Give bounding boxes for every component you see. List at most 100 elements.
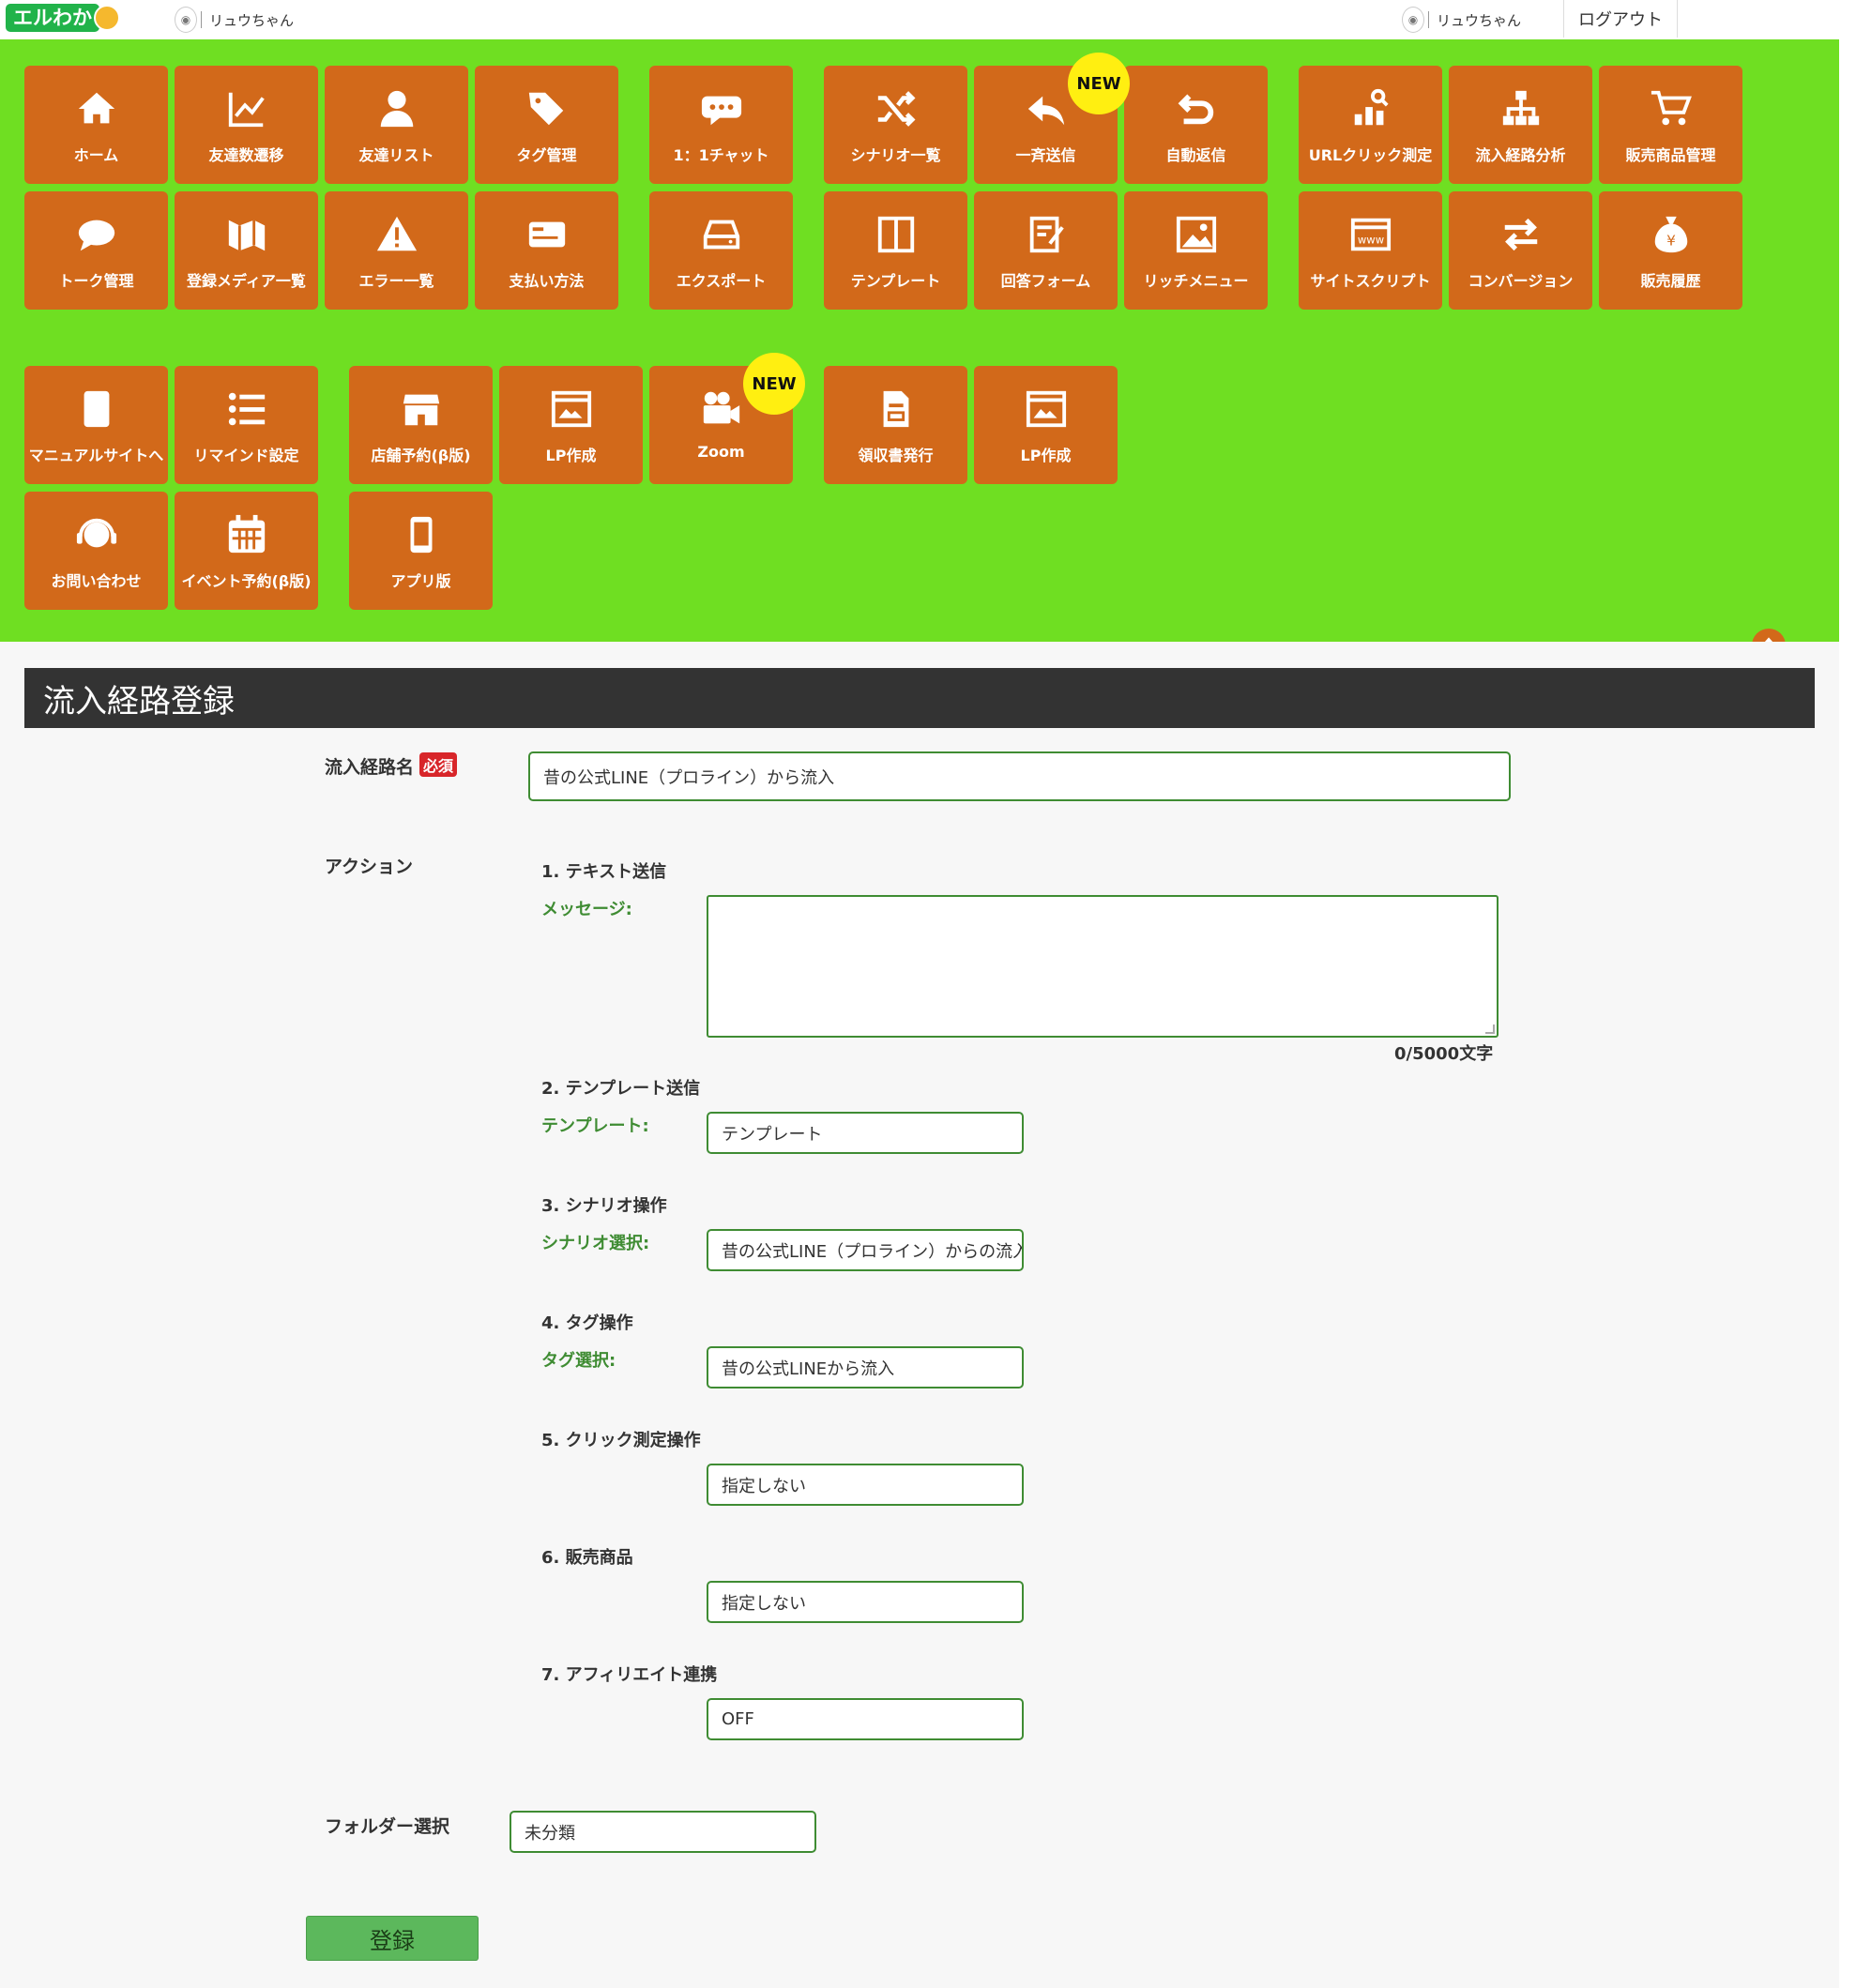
tile-payment[interactable]: 支払い方法 xyxy=(475,191,618,310)
tile-template[interactable]: テンプレート xyxy=(824,191,967,310)
book-icon xyxy=(74,387,119,432)
camera-icon: ◉ xyxy=(1402,7,1424,33)
form-area: 流入経路登録 流入経路名 必須 昔の公式LINE（プロライン）から流入 アクション… xyxy=(0,642,1839,1988)
tile-label: 領収書発行 xyxy=(858,447,934,464)
scenario-title: 3. シナリオ操作 xyxy=(541,1196,667,1216)
page-title: 流入経路登録 xyxy=(24,668,1815,728)
tile-label: エクスポート xyxy=(676,272,767,290)
tile-label: タグ管理 xyxy=(516,146,577,164)
tile-rich-menu[interactable]: リッチメニュー xyxy=(1124,191,1268,310)
tag-title: 4. タグ操作 xyxy=(541,1313,633,1333)
tile-export[interactable]: エクスポート xyxy=(649,191,793,310)
tile-friends-list[interactable]: 友達リスト xyxy=(325,66,468,184)
tile-label: トーク管理 xyxy=(58,272,134,290)
tags-icon xyxy=(525,86,570,131)
tile-url-click[interactable]: URLクリック測定 xyxy=(1299,66,1442,184)
tile-contact[interactable]: お問い合わせ xyxy=(24,492,168,610)
scenario-label: シナリオ選択: xyxy=(541,1234,650,1253)
logout-button[interactable]: ログアウト xyxy=(1563,0,1678,38)
tile-manual-site[interactable]: マニュアルサイトへ xyxy=(24,366,168,484)
tile-lp-create[interactable]: LP作成 xyxy=(499,366,643,484)
tile-label: 1：1チャット xyxy=(673,146,769,164)
line-chart-icon xyxy=(224,86,269,131)
cart-icon xyxy=(1649,86,1694,131)
tile-label: コンバージョン xyxy=(1468,272,1574,290)
account-name: リュウちゃん xyxy=(1437,11,1522,29)
calendar-icon xyxy=(224,512,269,557)
tile-conversion[interactable]: コンバージョン xyxy=(1449,191,1592,310)
affiliate-select[interactable]: OFF xyxy=(707,1698,1024,1740)
route-name-input[interactable]: 昔の公式LINE（プロライン）から流入 xyxy=(528,751,1511,801)
affiliate-title: 7. アフィリエイト連携 xyxy=(541,1665,718,1685)
webpage-icon xyxy=(1024,387,1069,432)
product-select[interactable]: 指定しない xyxy=(707,1581,1024,1623)
tile-event-reservation[interactable]: イベント予約(β版) xyxy=(175,492,318,610)
user-icon xyxy=(374,86,419,131)
exchange-icon xyxy=(1498,212,1544,257)
tile-label: リッチメニュー xyxy=(1143,272,1249,290)
tile-site-script[interactable]: www サイトスクリプト xyxy=(1299,191,1442,310)
register-button[interactable]: 登録 xyxy=(306,1916,479,1961)
tile-label: 自動返信 xyxy=(1165,146,1226,164)
app-logo[interactable]: エルわか xyxy=(6,4,120,32)
click-measure-select[interactable]: 指定しない xyxy=(707,1464,1024,1506)
reply-icon xyxy=(1024,86,1069,131)
character-counter: 0/5000文字 xyxy=(1394,1044,1494,1064)
headset-icon xyxy=(74,512,119,557)
tile-friends-trend[interactable]: 友達数遷移 xyxy=(175,66,318,184)
tile-talk[interactable]: トーク管理 xyxy=(24,191,168,310)
account-switcher-right[interactable]: ◉ リュウちゃん xyxy=(1402,6,1521,34)
required-badge: 必須 xyxy=(419,752,458,777)
tile-tags[interactable]: タグ管理 xyxy=(475,66,618,184)
tile-media[interactable]: 登録メディア一覧 xyxy=(175,191,318,310)
divider xyxy=(1428,11,1429,28)
tile-label: シナリオ一覧 xyxy=(850,146,941,164)
tile-auto-reply[interactable]: 自動返信 xyxy=(1124,66,1268,184)
tile-label: 流入経路分析 xyxy=(1475,146,1566,164)
video-camera-icon xyxy=(699,387,744,432)
tile-label: 登録メディア一覧 xyxy=(187,272,306,290)
form-icon xyxy=(1024,212,1069,257)
tile-route-analysis[interactable]: 流入経路分析 xyxy=(1449,66,1592,184)
svg-text:¥: ¥ xyxy=(1666,233,1676,250)
receipt-icon xyxy=(874,387,919,432)
tile-store-reservation[interactable]: 店舗予約(β版) xyxy=(349,366,493,484)
message-textarea[interactable] xyxy=(707,895,1498,1038)
click-analytics-icon xyxy=(1348,86,1393,131)
tile-label: 販売履歴 xyxy=(1640,272,1701,290)
tile-remind[interactable]: リマインド設定 xyxy=(175,366,318,484)
tile-receipt[interactable]: 領収書発行 xyxy=(824,366,967,484)
account-name: リュウちゃん xyxy=(209,11,295,29)
tile-label: イベント予約(β版) xyxy=(181,572,312,590)
tile-home[interactable]: ホーム xyxy=(24,66,168,184)
tile-errors[interactable]: エラー一覧 xyxy=(325,191,468,310)
scenario-select[interactable]: 昔の公式LINE（プロライン）からの流入 xyxy=(707,1229,1024,1271)
store-icon xyxy=(399,387,444,432)
tile-lp-create-2[interactable]: LP作成 xyxy=(974,366,1118,484)
resize-grip-icon[interactable] xyxy=(1485,1024,1495,1034)
camera-icon: ◉ xyxy=(175,7,197,33)
folder-label: フォルダー選択 xyxy=(325,1816,450,1837)
columns-icon xyxy=(874,212,919,257)
list-icon xyxy=(224,387,269,432)
tile-chat[interactable]: 1：1チャット xyxy=(649,66,793,184)
tile-app[interactable]: アプリ版 xyxy=(349,492,493,610)
logo-text: エルわか xyxy=(6,4,99,32)
tile-sales-history[interactable]: ¥ 販売履歴 xyxy=(1599,191,1742,310)
tile-label: 支払い方法 xyxy=(509,272,585,290)
image-icon xyxy=(1174,212,1219,257)
sitemap-icon xyxy=(1498,86,1544,131)
folder-select[interactable]: 未分類 xyxy=(510,1811,816,1853)
template-select[interactable]: テンプレート xyxy=(707,1112,1024,1154)
tile-answer-form[interactable]: 回答フォーム xyxy=(974,191,1118,310)
warning-icon xyxy=(374,212,419,257)
click-measure-title: 5. クリック測定操作 xyxy=(541,1431,701,1450)
svg-text:www: www xyxy=(1357,234,1383,247)
tag-select[interactable]: 昔の公式LINEから流入 xyxy=(707,1346,1024,1389)
tile-scenarios[interactable]: シナリオ一覧 xyxy=(824,66,967,184)
route-name-label-text: 流入経路名 xyxy=(325,757,415,778)
account-switcher-left[interactable]: ◉ リュウちゃん xyxy=(175,6,294,34)
map-icon xyxy=(224,212,269,257)
tile-label: 友達数遷移 xyxy=(208,146,284,164)
tile-products[interactable]: 販売商品管理 xyxy=(1599,66,1742,184)
